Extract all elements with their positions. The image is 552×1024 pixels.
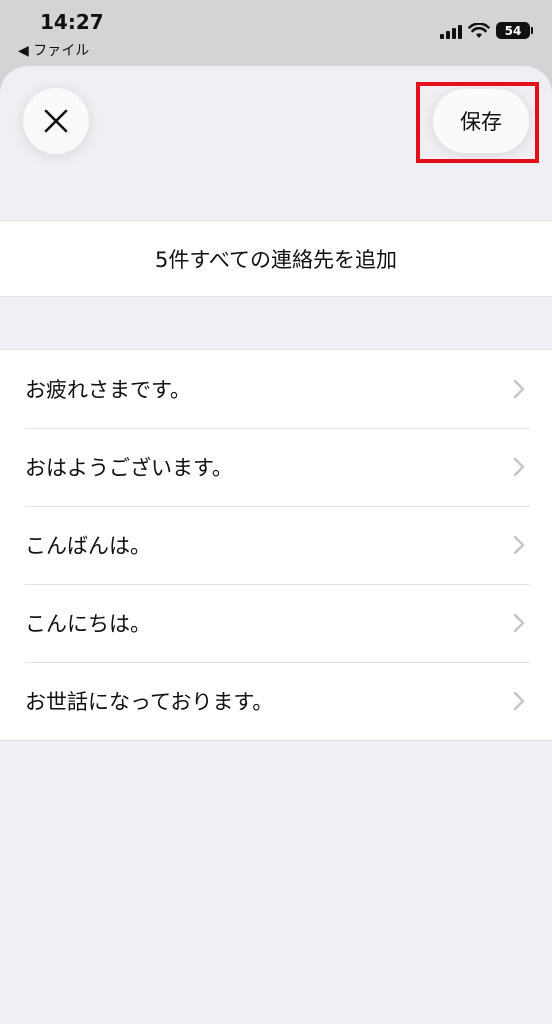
cellular-signal-icon	[440, 23, 462, 39]
chevron-right-icon	[513, 535, 525, 555]
contact-list: お疲れさまです。 おはようございます。 こんばんは。 こんにちは。 お世話になっ…	[0, 349, 552, 741]
chevron-right-icon	[513, 613, 525, 633]
list-item[interactable]: こんばんは。	[0, 506, 552, 584]
list-item-label: こんにちは。	[25, 612, 151, 636]
add-all-contacts-label: 5件すべての連絡先を追加	[154, 247, 398, 272]
add-all-contacts-button[interactable]: 5件すべての連絡先を追加	[0, 220, 552, 297]
status-icons: 54	[440, 22, 533, 39]
close-icon	[44, 109, 68, 133]
chevron-right-icon	[513, 379, 525, 399]
chevron-right-icon	[513, 457, 525, 477]
list-item[interactable]: こんにちは。	[0, 584, 552, 662]
close-button[interactable]	[23, 88, 89, 154]
list-item-label: こんばんは。	[25, 534, 151, 558]
chevron-right-icon	[513, 691, 525, 711]
back-to-app-link[interactable]: ◀ ファイル	[18, 40, 89, 60]
list-item-label: お世話になっております。	[25, 690, 274, 714]
status-bar: 14:27 ◀ ファイル 54	[0, 0, 552, 66]
wifi-icon	[468, 22, 490, 38]
contacts-import-sheet: 保存 5件すべての連絡先を追加 お疲れさまです。 おはようございます。 こんばん…	[0, 66, 552, 1024]
list-item-label: お疲れさまです。	[25, 378, 191, 402]
status-time: 14:27	[40, 10, 104, 34]
list-item[interactable]: お疲れさまです。	[0, 350, 552, 428]
list-item[interactable]: おはようございます。	[0, 428, 552, 506]
highlight-annotation	[416, 82, 539, 163]
battery-icon: 54	[496, 22, 533, 39]
list-item[interactable]: お世話になっております。	[0, 662, 552, 740]
list-item-label: おはようございます。	[25, 456, 233, 480]
